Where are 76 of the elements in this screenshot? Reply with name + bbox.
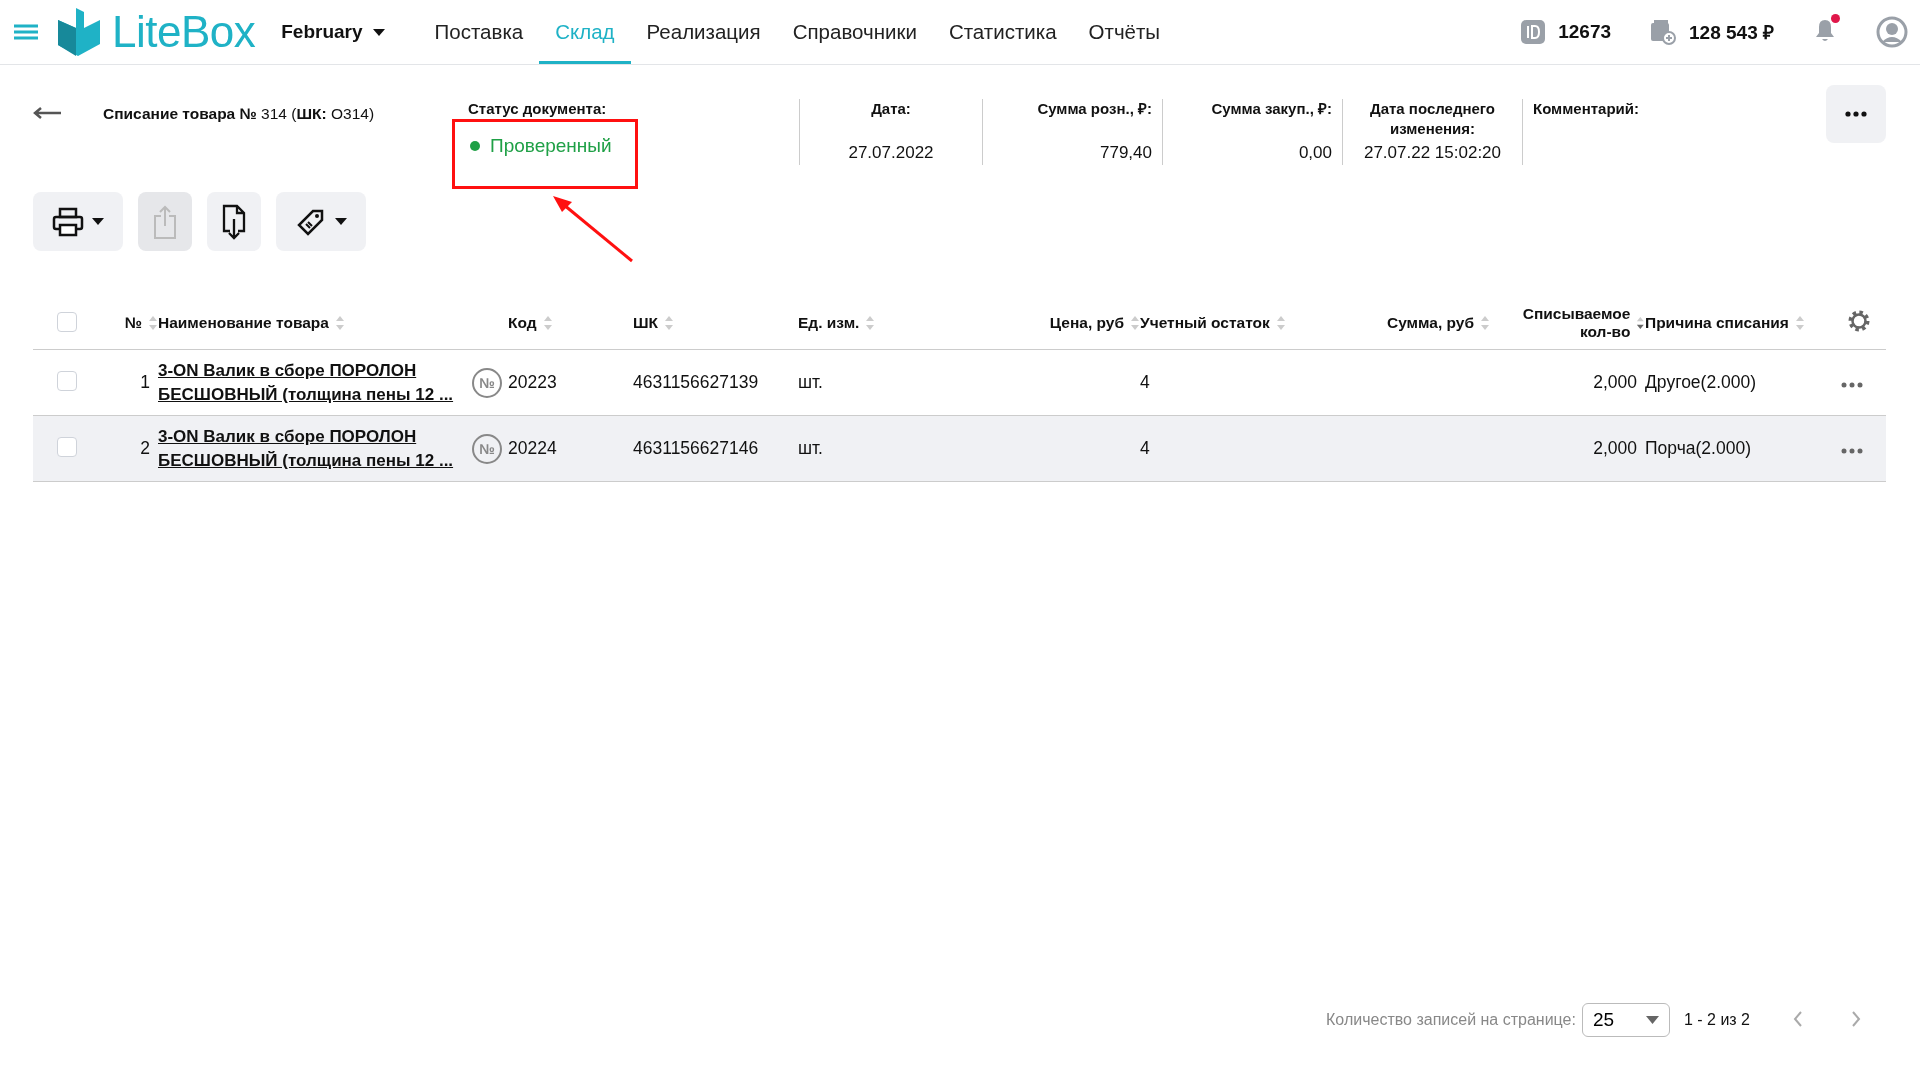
account-id: 12673 <box>1558 21 1612 43</box>
column-header[interactable]: Причина списания <box>1645 314 1789 332</box>
column-header[interactable]: Учетный остаток <box>1140 314 1270 332</box>
product-name-link[interactable]: 3-ON Валик в сборе ПОРОЛОН БЕСШОВНЫЙ (толщина пены 12 ... <box>158 358 464 407</box>
table-cell: 2,000 <box>1593 438 1637 458</box>
toolbar-button[interactable] <box>276 192 366 251</box>
table-cell: Порча(2.000) <box>1645 438 1751 458</box>
field-value: 27.07.2022 <box>848 143 934 163</box>
row-checkbox[interactable] <box>57 371 77 391</box>
row-checkbox[interactable] <box>57 437 77 457</box>
table-cell: 4 <box>1140 438 1150 458</box>
settings-icon[interactable] <box>1847 309 1871 333</box>
dropdown-caret-icon <box>1645 1016 1659 1024</box>
select-all-checkbox[interactable] <box>57 311 77 332</box>
more-icon <box>1845 111 1867 117</box>
field-label: Сумма розн., ₽: <box>1037 99 1152 119</box>
column-header[interactable]: Списываемое кол-во <box>1490 305 1631 341</box>
field-label: Дата последнего изменения: <box>1368 99 1497 139</box>
more-options-button[interactable] <box>1826 85 1886 143</box>
number-badge: № <box>472 433 502 464</box>
table-row[interactable]: 2 3-ON Валик в сборе ПОРОЛОН БЕСШОВНЫЙ (толщина пены 12 ... № 20224 4631156627146 шт. 4 2,000 Порча(2.000) <box>33 416 1886 482</box>
caret-icon <box>335 218 347 225</box>
nav-tab[interactable]: Отчёты <box>1072 0 1177 64</box>
toolbar-button[interactable] <box>207 192 261 251</box>
field-value: 0,00 <box>1298 143 1332 163</box>
row-menu-icon[interactable] <box>1841 381 1863 388</box>
page-size-dropdown[interactable]: 25 <box>1581 1003 1670 1037</box>
wallet-add-icon[interactable] <box>1649 19 1678 45</box>
field-value: 27.07.22 15:02:20 <box>1363 143 1502 163</box>
column-header[interactable]: Наименование товара <box>158 314 329 332</box>
table-cell: 4631156627139 <box>633 372 759 392</box>
logo-text: LiteBox <box>112 7 256 57</box>
column-header[interactable]: Сумма, руб <box>1386 314 1474 332</box>
field-label: Сумма закуп., ₽: <box>1211 99 1332 119</box>
table-cell: 2 <box>140 438 150 458</box>
field-label: Статус документа: <box>468 99 607 119</box>
id-icon <box>1520 19 1547 45</box>
nav-tab[interactable]: Реализация <box>630 0 777 64</box>
column-header[interactable]: Ед. изм. <box>798 314 860 332</box>
number-badge: № <box>472 367 502 398</box>
page-range: 1 - 2 из 2 <box>1683 1011 1750 1029</box>
nav-tab[interactable]: Справочники <box>776 0 933 64</box>
nav-tab[interactable]: Поставка <box>418 0 540 64</box>
nav-tab[interactable]: Статистика <box>932 0 1073 64</box>
table-cell: 1 <box>140 372 150 392</box>
table-cell: шт. <box>798 438 823 458</box>
table-cell: 20224 <box>508 438 557 458</box>
field-label: Комментарий: <box>1533 99 1639 119</box>
row-menu-icon[interactable] <box>1841 447 1863 454</box>
field-label: Дата: <box>871 99 911 119</box>
table-cell: 20223 <box>508 372 557 392</box>
store-selector[interactable]: February <box>281 21 385 43</box>
printer-icon <box>52 206 84 237</box>
product-name-link[interactable]: 3-ON Валик в сборе ПОРОЛОН БЕСШОВНЫЙ (толщина пены 12 ... <box>158 424 464 473</box>
field-value: 779,40 <box>1100 143 1152 163</box>
column-header[interactable]: № <box>124 314 142 332</box>
sort-icon[interactable] <box>1636 314 1645 332</box>
page-size-label: Количество записей на странице: <box>1326 1011 1576 1029</box>
table-cell: шт. <box>798 372 823 392</box>
table-cell: 4 <box>1140 372 1150 392</box>
status-value: Проверенный <box>490 135 612 157</box>
document-download-icon <box>221 202 247 241</box>
column-header[interactable]: ШК <box>633 314 659 332</box>
user-avatar-icon[interactable] <box>1876 16 1908 48</box>
document-title: Списание товара № 314 (ШК: О314) <box>103 104 376 124</box>
share-icon <box>152 203 178 240</box>
table-cell: 4631156627146 <box>633 438 759 458</box>
caret-icon <box>92 218 104 225</box>
toolbar-button[interactable] <box>33 192 123 251</box>
column-header[interactable]: Код <box>508 314 537 332</box>
balance: 128 543 ₽ <box>1689 21 1774 45</box>
table-cell: 2,000 <box>1593 372 1637 392</box>
column-header[interactable]: Цена, руб <box>1049 314 1124 332</box>
caret-icon <box>372 28 385 36</box>
menu-icon[interactable] <box>12 22 40 42</box>
table-cell: Другое(2.000) <box>1645 372 1757 392</box>
